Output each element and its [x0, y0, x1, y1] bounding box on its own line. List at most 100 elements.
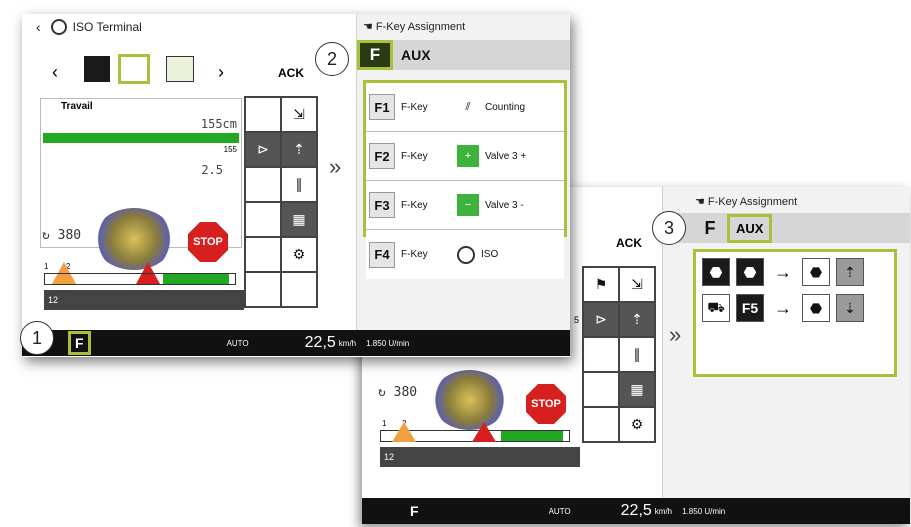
chevron-left-icon[interactable]: ‹	[36, 19, 41, 35]
rpm-value: 1.850 U/min	[682, 506, 726, 516]
function-button[interactable]: ∥	[620, 338, 654, 371]
aux-input-button[interactable]: ⬣	[736, 258, 764, 286]
warning-triangle-icon	[392, 422, 416, 442]
function-button[interactable]: ⚙	[282, 238, 316, 271]
fkey-bottom-button[interactable]: F	[68, 331, 91, 355]
width-small: 155	[223, 145, 237, 154]
rpm-value: 1.850 U/min	[366, 338, 410, 348]
function-button[interactable]	[584, 338, 618, 371]
function-button[interactable]	[246, 168, 280, 201]
iso-icon	[50, 19, 67, 35]
hand-icon: ☚	[363, 21, 376, 33]
density-readout: 2.5	[201, 163, 223, 177]
stop-sign: STOP	[526, 384, 566, 424]
ack-label: ACK	[616, 236, 642, 250]
warning-triangle-icon	[472, 422, 496, 442]
bale-progress	[44, 273, 236, 285]
counting-icon: ⫽	[465, 100, 471, 113]
fkey-word: F-Key	[401, 150, 428, 162]
fkey-number: F2	[369, 143, 395, 169]
baler-image	[432, 370, 507, 430]
aux-input-button[interactable]: ⬣	[702, 258, 730, 286]
status-strip: 12	[44, 290, 244, 310]
terminal-title: ISO Terminal	[72, 20, 142, 34]
function-button[interactable]: ∥	[282, 168, 316, 201]
ack-label: ACK	[278, 66, 304, 80]
auto-label: AUTO	[548, 506, 571, 516]
tool-icon[interactable]	[84, 56, 110, 82]
function-button[interactable]: ⇡	[620, 303, 654, 336]
tool-icon[interactable]	[166, 56, 194, 82]
function-button-grid: ⚑ ⇲ ⊳ ⇡ ∥ ▦ ⚙	[582, 266, 656, 443]
speed-unit: km/h	[338, 338, 357, 348]
fkey-header: F AUX	[663, 213, 910, 243]
function-button[interactable]	[246, 203, 280, 236]
function-button[interactable]: ▦	[620, 373, 654, 406]
function-button[interactable]	[246, 98, 280, 131]
speed-unit: km/h	[654, 506, 673, 516]
function-button[interactable]	[246, 273, 280, 306]
aux-input-button[interactable]: ⛟	[702, 294, 730, 322]
fkey-title: ☚ F-Key Assignment	[363, 21, 466, 33]
progress-fill	[501, 431, 563, 441]
aux-function-button[interactable]: ⇡	[836, 258, 864, 286]
iso-icon	[457, 245, 475, 264]
aux-tab[interactable]: AUX	[727, 213, 773, 243]
fkey-assignment-box: F1 F-Key ⫽ Counting F2 F-Key + Valve 3 +…	[363, 80, 567, 279]
function-button[interactable]: ⚙	[620, 408, 654, 441]
fkey-row-f3[interactable]: F3 F-Key − Valve 3 -	[366, 181, 564, 230]
fkey-icon[interactable]: F	[357, 40, 393, 70]
step-marker-2: 2	[315, 42, 349, 76]
aux-function-button[interactable]: ⬣	[802, 294, 830, 322]
auto-label: AUTO	[226, 338, 249, 348]
width-bar	[43, 133, 239, 143]
iso-terminal-screen: ‹ ISO Terminal ‹ › ACK Travail 155cm 155…	[22, 14, 570, 357]
aux-function-button[interactable]: ⇣	[836, 294, 864, 322]
fkey-row-f4[interactable]: F4 F-Key ISO	[366, 230, 564, 279]
fkey-word: F-Key	[401, 101, 428, 113]
mode-label: Travail	[61, 101, 93, 112]
chevrons: »	[669, 322, 682, 347]
bottom-status-bar: F AUTO 22,5 km/h 1.850 U/min	[362, 498, 910, 524]
status-strip: 12	[380, 447, 580, 467]
work-panel: ‹ › ACK Travail 155cm 155 2.5 ↻ 380 STOP…	[22, 40, 356, 330]
reset-icon: ↻	[42, 228, 58, 243]
counter-value: ↻ 380	[42, 228, 82, 243]
fkey-icon: F	[704, 217, 716, 238]
aux-function-button[interactable]: ⬣	[802, 258, 830, 286]
aux-row: ⬣ ⬣ → ⬣ ⇡	[696, 252, 894, 292]
fkey-title: ☚ F-Key Assignment	[695, 196, 798, 208]
function-button[interactable]	[282, 273, 316, 306]
chevron-right-icon[interactable]: ›	[218, 62, 224, 83]
tick-label: 1	[382, 419, 387, 428]
arrow-right-icon: →	[774, 261, 792, 282]
function-button[interactable]	[246, 238, 280, 271]
bottom-status-bar: F AUTO 22,5 km/h 1.850 U/min	[22, 330, 570, 356]
fkey-function: ISO	[481, 249, 499, 260]
counter-value: ↻ 380	[378, 385, 418, 400]
aux-tab[interactable]: AUX	[401, 47, 431, 63]
step-marker-3: 3	[652, 211, 686, 245]
fkey-row-f1[interactable]: F1 F-Key ⫽ Counting	[366, 83, 564, 132]
valve-plus-icon: +	[457, 145, 479, 167]
function-button[interactable]: ⇲	[282, 98, 316, 131]
fkey-number: F4	[369, 241, 395, 268]
hand-icon: ☚	[695, 196, 708, 208]
terminal-topbar: ‹ ISO Terminal	[22, 14, 142, 40]
f5-button[interactable]: F5	[736, 294, 764, 322]
function-button[interactable]	[584, 373, 618, 406]
chevron-left-icon[interactable]: ‹	[52, 62, 58, 83]
function-button[interactable]	[584, 408, 618, 441]
fkey-row-f2[interactable]: F2 F-Key + Valve 3 +	[366, 132, 564, 181]
function-button[interactable]: ⇲	[620, 268, 654, 301]
fkey-bottom[interactable]: F	[410, 503, 419, 519]
function-button[interactable]: ⊳	[246, 133, 280, 166]
width-readout: 155cm	[200, 117, 237, 131]
function-button[interactable]: ⚑	[584, 268, 618, 301]
tool-icon-selected[interactable]	[118, 54, 150, 84]
progress-fill	[163, 274, 229, 284]
fkey-panel: ☚ F-Key Assignment F AUX » F1 F-Key ⫽ Co…	[329, 14, 570, 330]
function-button[interactable]: ⇡	[282, 133, 316, 166]
function-button[interactable]: ⊳	[584, 303, 618, 336]
function-button[interactable]: ▦	[282, 203, 316, 236]
